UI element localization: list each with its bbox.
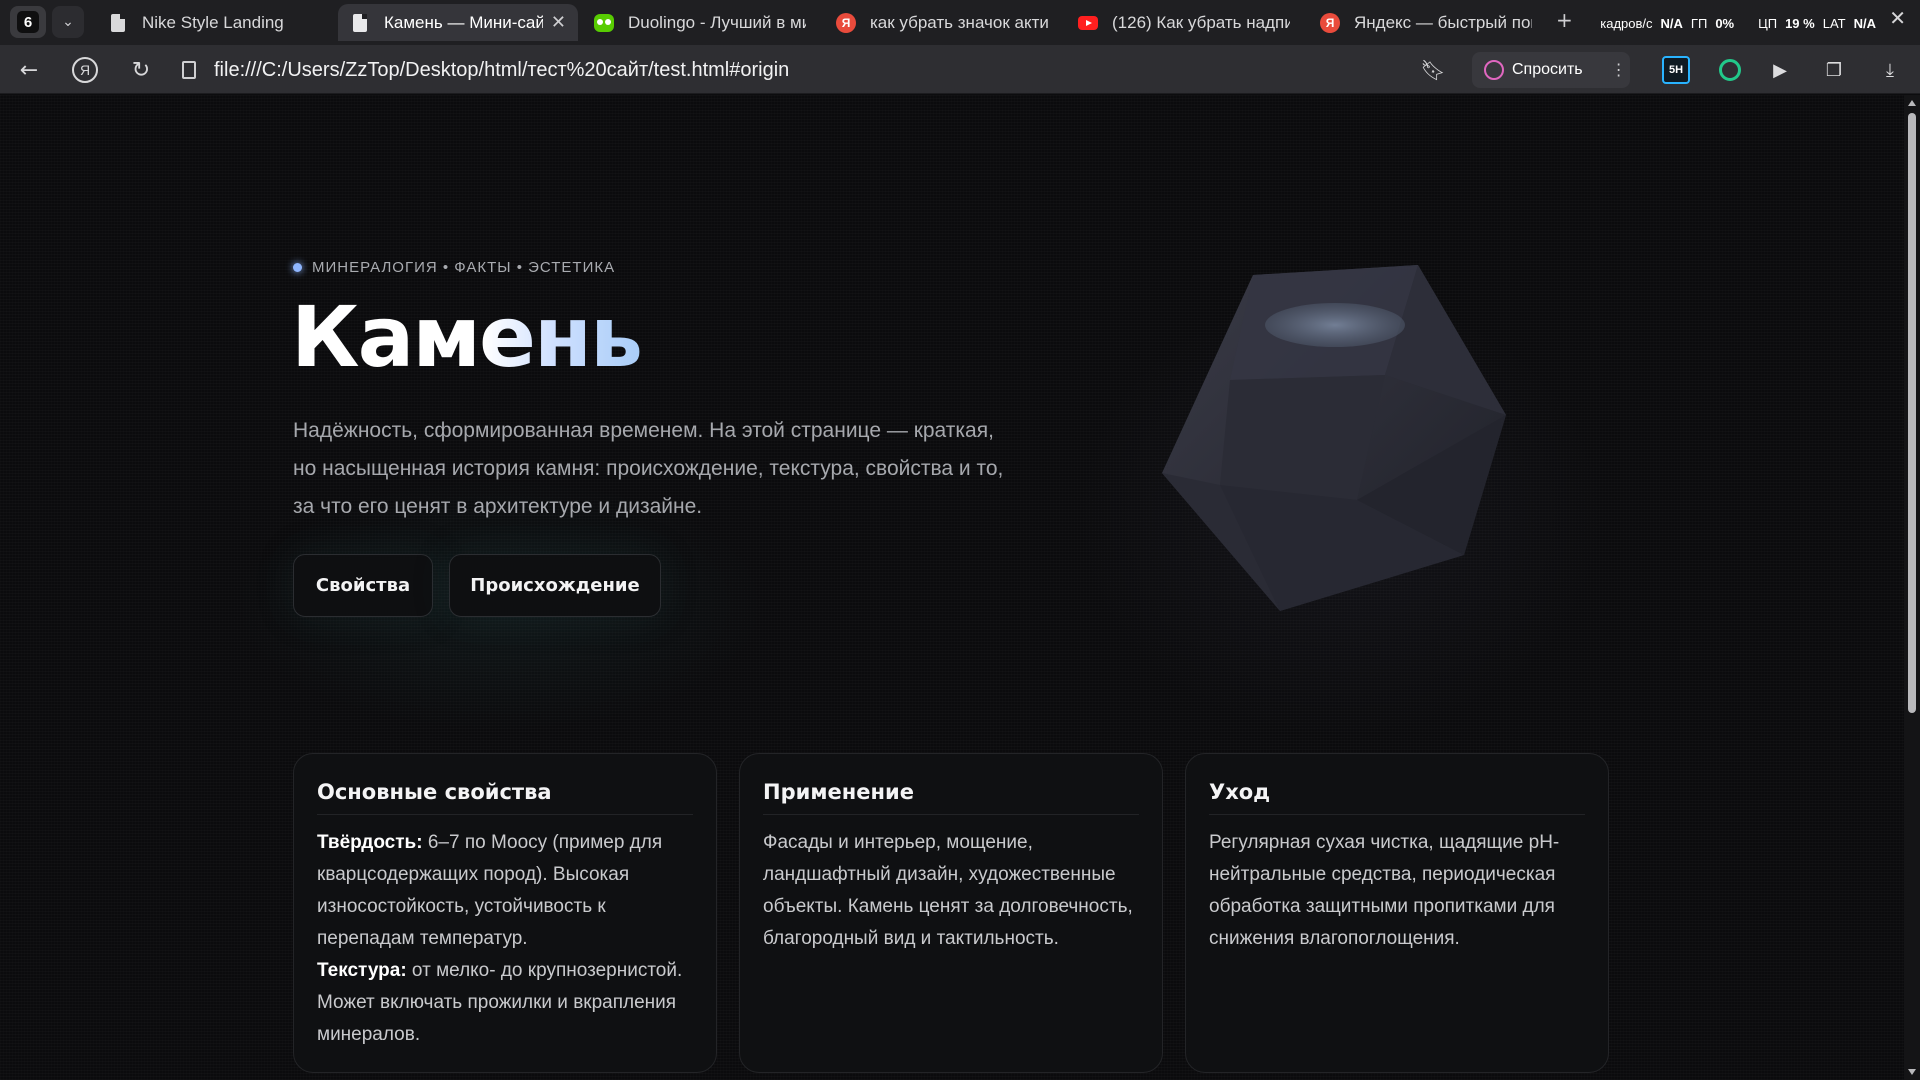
page-scrollbar[interactable] [1904, 95, 1920, 1080]
new-tab-plus-icon[interactable]: + [1556, 8, 1573, 32]
card-care: Уход Регулярная сухая чистка, щадящие pH… [1185, 753, 1609, 1073]
gpu-label: ГП [1690, 15, 1708, 31]
document-icon [108, 13, 128, 33]
tab-youtube[interactable]: (126) Как убрать надпис [1066, 4, 1302, 41]
scroll-down-icon[interactable] [1908, 1069, 1916, 1075]
duolingo-icon [594, 13, 614, 33]
ask-ai-button[interactable]: Спросить ⋮ [1472, 52, 1630, 88]
tab-list-chevron-icon[interactable]: ⌄ [52, 6, 84, 38]
hardness-label: Твёрдость: [317, 832, 423, 853]
browser-toolbar: ← Я ↻ file:///C:/Users/ZzTop/Desktop/htm… [0, 45, 1920, 94]
system-overlay-info: кадров/с N/A ГП 0% ЦП 19 % LAT N/A [1600, 10, 1876, 36]
url-text[interactable]: file:///C:/Users/ZzTop/Desktop/html/тест… [214, 59, 789, 82]
properties-button[interactable]: Свойства [293, 554, 433, 617]
card-text: Твёрдость: 6–7 по Моосу (пример для квар… [317, 827, 693, 1051]
fps-label: кадров/с [1600, 15, 1653, 31]
cpu-value: 19 % [1785, 15, 1815, 31]
hero-kicker: МИНЕРАЛОГИЯ • ФАКТЫ • ЭСТЕТИКА [293, 259, 615, 276]
tab-nike-style-landing[interactable]: Nike Style Landing [96, 4, 332, 41]
reload-icon[interactable]: ↻ [126, 55, 156, 85]
stone-facet-center [1220, 375, 1385, 500]
hero-title: Камень [291, 288, 643, 386]
back-arrow-icon[interactable]: ← [14, 55, 44, 85]
address-field[interactable]: file:///C:/Users/ZzTop/Desktop/html/тест… [170, 50, 1470, 90]
extension-5h-icon[interactable]: 5H [1662, 56, 1690, 84]
alice-spark-icon [1484, 60, 1504, 80]
card-title: Применение [763, 780, 1139, 815]
bookmark-icon[interactable]: 🔖︎ [1418, 55, 1448, 85]
card-title: Уход [1209, 780, 1585, 815]
gpu-value: 0% [1715, 15, 1735, 31]
card-title: Основные свойства [317, 780, 693, 815]
media-player-icon[interactable]: ▶ [1766, 56, 1794, 84]
browser-tab-bar: 6 ⌄ Nike Style Landing Камень — Мини-сай… [0, 0, 1920, 45]
page-info-icon[interactable] [182, 61, 196, 79]
stone-highlight [1265, 303, 1405, 347]
keyboard-layout: LAT [1822, 15, 1846, 31]
card-application: Применение Фасады и интерьер, мощение, л… [739, 753, 1163, 1073]
sysinfo-extra: N/A [1853, 15, 1876, 31]
hero-lead: Надёжность, сформированная временем. На … [293, 419, 1004, 518]
tab-kamen-mini-site[interactable]: Камень — Мини-сайт ✕ [338, 4, 578, 41]
youtube-icon [1078, 13, 1098, 33]
tab-yandex-search-1[interactable]: Я как убрать значок актив [824, 4, 1060, 41]
yandex-home-icon[interactable]: Я [70, 55, 100, 85]
scrollbar-thumb[interactable] [1908, 113, 1916, 713]
tab-count-button[interactable]: 6 [10, 6, 46, 38]
yandex-icon: Я [1320, 12, 1340, 33]
extension-green-icon[interactable] [1716, 56, 1744, 84]
more-vertical-icon[interactable]: ⋮ [1611, 60, 1627, 80]
download-icon[interactable]: ⤓ [1876, 56, 1904, 84]
accent-dot-icon [293, 263, 302, 272]
card-text: Регулярная сухая чистка, щадящие pH-нейт… [1209, 832, 1560, 949]
tab-duolingo[interactable]: Duolingo - Лучший в мир [582, 4, 818, 41]
scroll-up-icon[interactable] [1908, 100, 1916, 106]
page-viewport: МИНЕРАЛОГИЯ • ФАКТЫ • ЭСТЕТИКА Камень На… [0, 95, 1904, 1080]
tab-count: 6 [17, 11, 39, 33]
tab-yandex-search-2[interactable]: Я Яндекс — быстрый поис [1308, 4, 1544, 41]
texture-label: Текстура: [317, 960, 407, 981]
yandex-icon: Я [836, 12, 856, 33]
ask-ai-label: Спросить [1512, 61, 1583, 78]
origin-button[interactable]: Происхождение [449, 554, 661, 617]
card-text: Фасады и интерьер, мощение, ландшафтный … [763, 832, 1133, 949]
hero-kicker-text: МИНЕРАЛОГИЯ • ФАКТЫ • ЭСТЕТИКА [312, 259, 616, 276]
stone-illustration [1162, 265, 1506, 611]
fps-value: N/A [1660, 15, 1683, 31]
close-tab-icon[interactable]: ✕ [551, 12, 566, 33]
card-main-properties: Основные свойства Твёрдость: 6–7 по Моос… [293, 753, 717, 1073]
window-close-icon[interactable]: ✕ [1889, 6, 1906, 30]
cpu-label: ЦП [1758, 15, 1778, 31]
document-icon [350, 13, 370, 33]
collections-icon[interactable]: ❐ [1820, 56, 1848, 84]
